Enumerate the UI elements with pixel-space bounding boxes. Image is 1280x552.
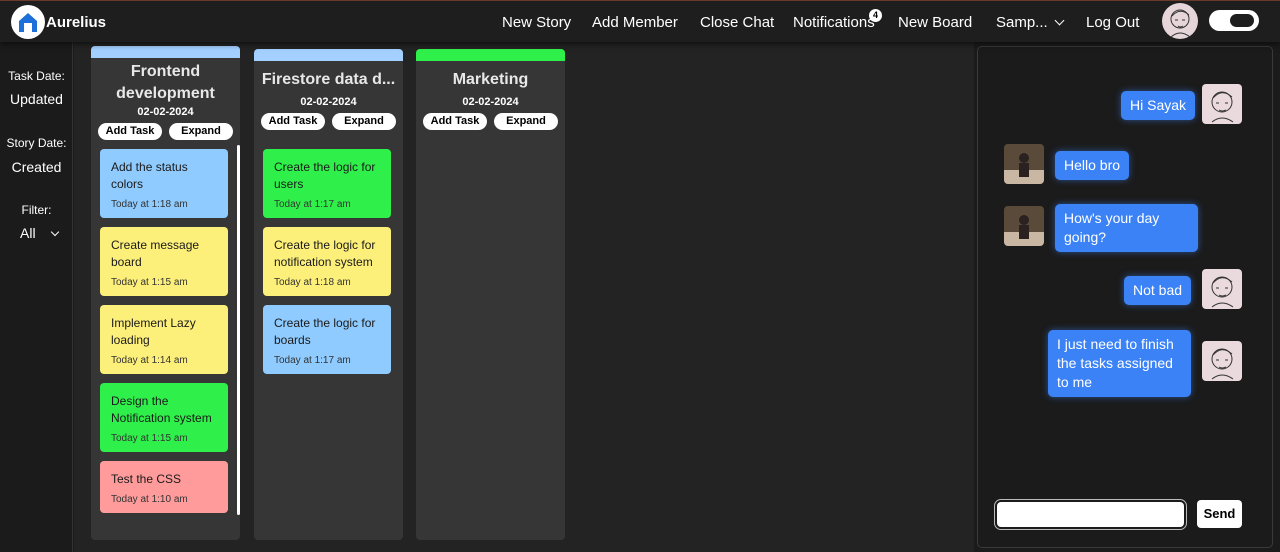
chat-message-sent: Not bad [1124, 276, 1192, 305]
add-task-button[interactable]: Add Task [423, 113, 487, 130]
notification-count-badge: 4 [869, 9, 882, 22]
column-title[interactable]: Firestore data d... [254, 61, 403, 91]
column-color-bar [91, 46, 240, 58]
task-title: Create the logic for notification system [274, 238, 376, 269]
story-column: Firestore data d... 02-02-2024 Add Task … [254, 49, 403, 540]
add-member-button[interactable]: Add Member [592, 14, 678, 31]
board-area: Frontend development 02-02-2024 Add Task… [74, 42, 974, 552]
theme-toggle[interactable] [1209, 10, 1259, 31]
user-avatar [1202, 84, 1242, 124]
task-timestamp: Today at 1:18 am [111, 199, 188, 210]
toggle-knob [1230, 14, 1254, 27]
task-timestamp: Today at 1:14 am [111, 355, 188, 366]
column-color-bar [254, 49, 403, 61]
story-column: Frontend development 02-02-2024 Add Task… [91, 46, 240, 540]
chat-panel: Hi Sayak Hello bro How's your day going?… [977, 46, 1273, 548]
new-board-button[interactable]: New Board [898, 14, 972, 31]
brand-name: Aurelius [46, 14, 107, 31]
sketch-portrait-icon [1211, 276, 1234, 308]
expand-button[interactable]: Expand [169, 123, 233, 140]
sketch-portrait-icon [1211, 348, 1234, 380]
task-list: Add the status colors Today at 1:18 am Cre… [100, 149, 228, 522]
task-date-label: Task Date: [8, 69, 65, 83]
task-card[interactable]: Create the logic for boards Today at 1:17… [263, 305, 391, 374]
board-select-dropdown[interactable]: Samp... [996, 14, 1065, 31]
chat-message-sent: Hi Sayak [1121, 91, 1196, 120]
chat-message-input[interactable] [994, 499, 1187, 530]
task-timestamp: Today at 1:10 am [111, 494, 188, 505]
sketch-portrait-icon [1170, 9, 1191, 38]
column-date: 02-02-2024 [137, 106, 194, 118]
task-card[interactable]: Create the logic for users Today at 1:17 … [263, 149, 391, 218]
chat-message-received: How's your day going? [1055, 204, 1198, 252]
add-task-button[interactable]: Add Task [98, 123, 162, 140]
filter-select[interactable]: All [20, 225, 70, 241]
expand-button[interactable]: Expand [494, 113, 558, 130]
person-photo-icon [1004, 144, 1044, 184]
task-card[interactable]: Add the status colors Today at 1:18 am [100, 149, 228, 218]
add-task-button[interactable]: Add Task [261, 113, 325, 130]
task-title: Add the status colors [111, 160, 188, 191]
send-button[interactable]: Send [1197, 500, 1242, 528]
column-date: 02-02-2024 [462, 96, 519, 108]
story-date-label: Story Date: [6, 136, 67, 150]
task-card[interactable]: Design the Notification system Today at 1… [100, 383, 228, 452]
column-color-bar [416, 49, 565, 61]
task-card[interactable]: Implement Lazy loading Today at 1:14 am [100, 305, 228, 374]
new-story-button[interactable]: New Story [502, 14, 571, 31]
task-card[interactable]: Test the CSS Today at 1:10 am [100, 461, 228, 513]
logout-button[interactable]: Log Out [1086, 14, 1139, 31]
filter-value: All [20, 225, 36, 241]
task-timestamp: Today at 1:15 am [111, 433, 188, 444]
task-title: Test the CSS [111, 472, 182, 486]
task-timestamp: Today at 1:18 am [274, 277, 351, 288]
column-scrollbar[interactable] [237, 145, 240, 515]
chat-message-received: Hello bro [1055, 151, 1130, 180]
user-avatar [1202, 341, 1242, 381]
task-date-sort-toggle[interactable]: Updated [0, 91, 73, 107]
task-title: Implement Lazy loading [111, 316, 196, 347]
board-select-label: Samp... [996, 14, 1048, 31]
story-column: Marketing 02-02-2024 Add Task Expand [416, 49, 565, 540]
task-card[interactable]: Create the logic for notification system… [263, 227, 391, 296]
chevron-down-icon [50, 227, 59, 237]
task-timestamp: Today at 1:17 am [274, 199, 351, 210]
contact-avatar [1004, 206, 1044, 246]
task-title: Create the logic for boards [274, 316, 376, 347]
contact-avatar [1004, 144, 1044, 184]
user-avatar[interactable] [1162, 3, 1198, 39]
user-avatar [1202, 269, 1242, 309]
task-timestamp: Today at 1:17 am [274, 355, 351, 366]
close-chat-button[interactable]: Close Chat [700, 14, 774, 31]
task-card[interactable]: Create message board Today at 1:15 am [100, 227, 228, 296]
column-title[interactable]: Marketing [416, 61, 565, 91]
column-date: 02-02-2024 [300, 96, 357, 108]
task-timestamp: Today at 1:15 am [111, 277, 188, 288]
top-navbar: Aurelius New Story Add Member Close Chat… [0, 0, 1280, 42]
chevron-down-icon [1054, 15, 1065, 26]
chat-message-sent: I just need to finish the tasks assigned… [1048, 330, 1191, 397]
brand-logo[interactable] [11, 5, 45, 39]
person-photo-icon [1004, 206, 1044, 246]
notifications-button[interactable]: Notifications [793, 14, 875, 31]
column-title[interactable]: Frontend development [91, 58, 240, 105]
filter-label: Filter: [21, 203, 52, 217]
task-list: Create the logic for users Today at 1:17 … [263, 149, 391, 383]
sketch-portrait-icon [1211, 91, 1234, 123]
house-logo-icon [19, 13, 37, 32]
story-date-sort-toggle[interactable]: Created [0, 159, 73, 175]
filter-sidebar: Task Date: Updated Story Date: Created F… [0, 42, 73, 552]
task-title: Design the Notification system [111, 394, 212, 425]
task-title: Create the logic for users [274, 160, 376, 191]
expand-button[interactable]: Expand [332, 113, 396, 130]
task-title: Create message board [111, 238, 200, 269]
